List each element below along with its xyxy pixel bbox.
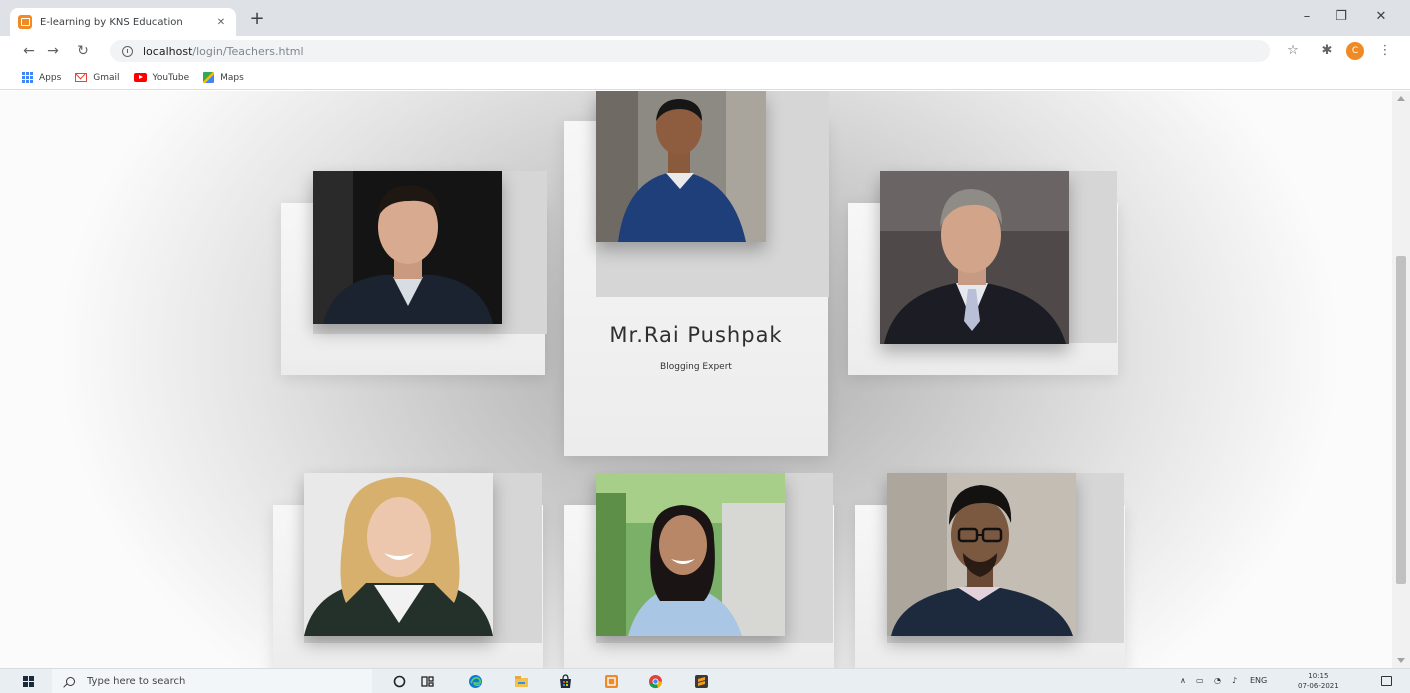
edge-browser-icon[interactable]	[468, 674, 483, 689]
calendar-app-icon[interactable]	[604, 674, 619, 689]
back-icon[interactable]: ←	[20, 43, 38, 59]
man-in-suit-image	[313, 171, 502, 324]
forward-icon[interactable]: →	[44, 43, 62, 59]
gmail-icon	[75, 73, 88, 82]
task-view-icon[interactable]	[420, 674, 435, 689]
volume-icon[interactable]: ♪	[1232, 676, 1237, 685]
teacher-photo	[880, 171, 1069, 344]
smiling-man-image	[596, 91, 766, 242]
profile-avatar[interactable]: C	[1346, 42, 1364, 60]
teacher-photo	[304, 473, 493, 636]
taskbar-search-box[interactable]: Type here to search	[52, 669, 372, 693]
bookmark-apps[interactable]: Apps	[22, 72, 61, 83]
taskbar-search-placeholder: Type here to search	[87, 676, 186, 687]
taskbar-clock[interactable]: 10:15 07-06-2021	[1298, 671, 1339, 691]
file-explorer-icon[interactable]	[514, 674, 529, 689]
scroll-down-arrow-icon[interactable]	[1397, 658, 1405, 663]
tab-title: E-learning by KNS Education	[40, 16, 183, 28]
smiling-young-woman-image	[596, 473, 785, 636]
browser-toolbar: ← → ↻ localhost /login/Teachers.html ☆ ✱…	[0, 36, 1410, 66]
extensions-icon[interactable]: ✱	[1318, 43, 1336, 59]
site-info-icon[interactable]	[122, 45, 133, 57]
page-scrollbar[interactable]	[1392, 91, 1410, 668]
tab-strip: E-learning by KNS Education ✕ + – ❐ ✕	[0, 0, 1410, 36]
scroll-thumb[interactable]	[1396, 256, 1406, 584]
close-tab-icon[interactable]: ✕	[214, 17, 228, 28]
minimize-icon[interactable]: –	[1296, 9, 1318, 24]
bookmark-star-icon[interactable]: ☆	[1284, 43, 1302, 59]
teacher-photo	[596, 473, 785, 636]
youtube-icon	[133, 73, 147, 82]
bookmark-apps-label: Apps	[39, 72, 62, 83]
apps-grid-icon	[22, 72, 33, 83]
language-indicator[interactable]: ENG	[1250, 676, 1267, 685]
sublime-text-icon[interactable]	[694, 674, 709, 689]
smiling-woman-image	[304, 473, 493, 636]
address-bar[interactable]: localhost /login/Teachers.html	[110, 40, 1270, 62]
reload-icon[interactable]: ↻	[74, 43, 92, 59]
bookmark-youtube-label: YouTube	[152, 72, 190, 83]
clock-time: 10:15	[1308, 672, 1329, 680]
notification-center-icon[interactable]	[1381, 676, 1392, 686]
bookmark-gmail[interactable]: Gmail	[75, 72, 120, 83]
cortana-icon[interactable]	[392, 674, 407, 689]
teacher-name: Mr.Rai Pushpak	[609, 323, 783, 347]
clock-date: 07-06-2021	[1298, 682, 1339, 690]
windows-start-icon[interactable]	[23, 676, 34, 687]
page-viewport: Mr.Rai Pushpak Blogging Expert	[0, 91, 1392, 668]
bookmarks-bar: Apps Gmail YouTube Maps	[0, 66, 1410, 90]
teacher-photo	[313, 171, 502, 324]
store-icon[interactable]	[558, 674, 573, 689]
bookmark-gmail-label: Gmail	[93, 72, 120, 83]
url-path: /login/Teachers.html	[192, 44, 304, 58]
teacher-photo	[887, 473, 1076, 636]
bookmark-youtube[interactable]: YouTube	[133, 72, 190, 83]
menu-icon[interactable]: ⋮	[1376, 43, 1394, 59]
bookmark-maps-label: Maps	[220, 72, 244, 83]
battery-icon[interactable]: ▭	[1196, 676, 1204, 685]
older-man-in-suit-image	[880, 171, 1069, 344]
network-icon[interactable]: ◔	[1214, 676, 1221, 685]
show-hidden-icons-icon[interactable]: ∧	[1180, 676, 1186, 685]
man-with-glasses-image	[887, 473, 1076, 636]
url-host: localhost	[143, 44, 193, 58]
chrome-icon[interactable]	[648, 674, 663, 689]
browser-tab[interactable]: E-learning by KNS Education ✕	[10, 8, 236, 36]
teacher-role: Blogging Expert	[660, 362, 732, 372]
close-window-icon[interactable]: ✕	[1370, 9, 1392, 24]
teacher-photo	[596, 91, 766, 242]
bookmark-maps[interactable]: Maps	[203, 72, 244, 83]
windows-taskbar: Type here to search ∧ ▭ ◔ ♪ ENG 10:15 07…	[0, 668, 1410, 693]
site-favicon-icon	[18, 15, 32, 29]
new-tab-button[interactable]: +	[246, 10, 268, 28]
maps-icon	[203, 72, 215, 83]
scroll-up-arrow-icon[interactable]	[1397, 96, 1405, 101]
search-icon	[66, 677, 75, 686]
maximize-icon[interactable]: ❐	[1330, 9, 1352, 24]
